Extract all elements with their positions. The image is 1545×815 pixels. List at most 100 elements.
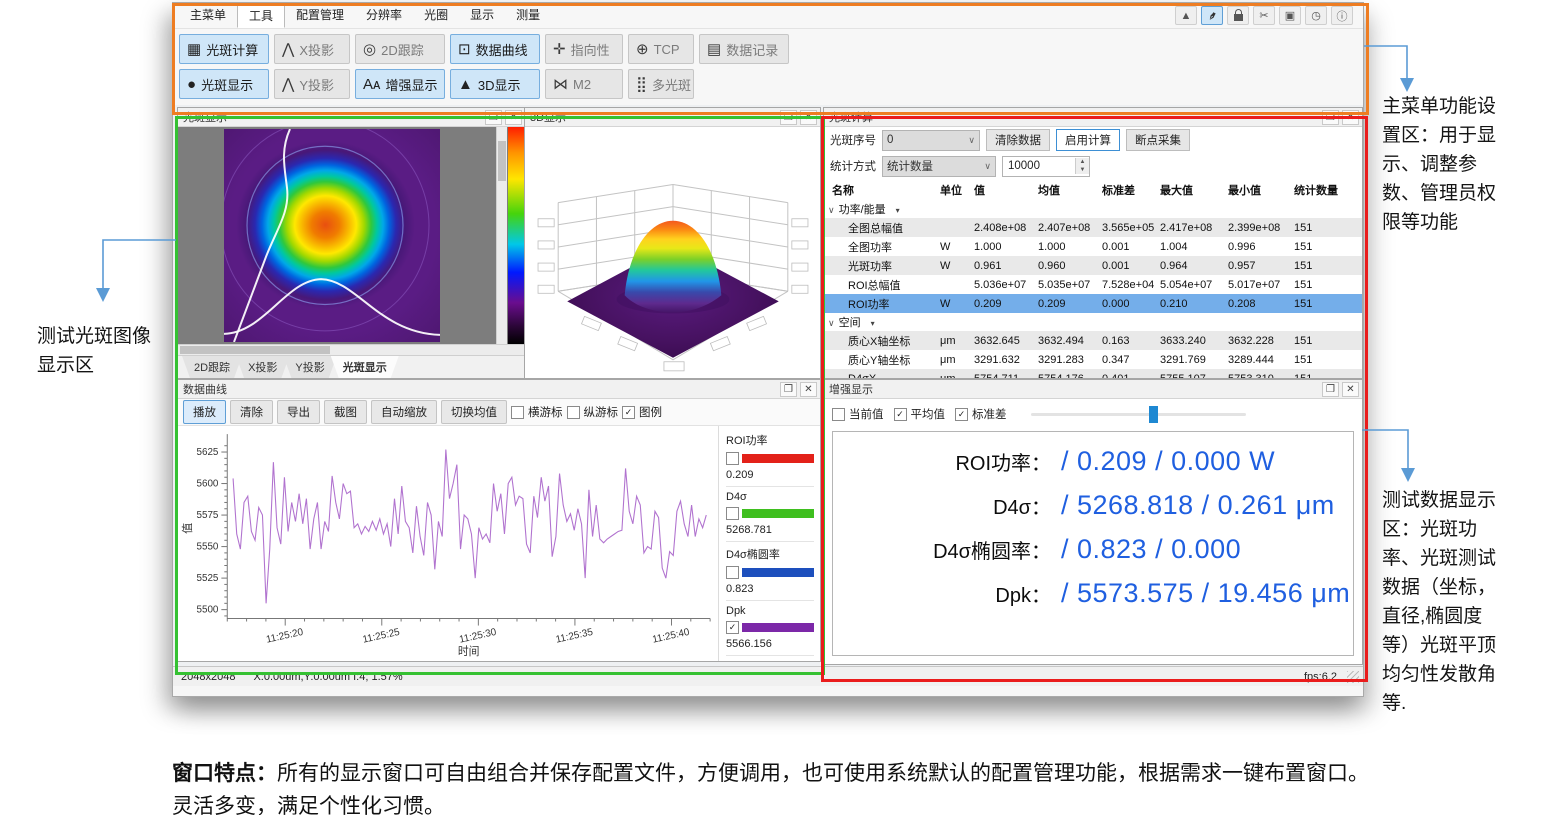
toolbar-button-多光斑[interactable]: ⣿ 多光斑 (628, 69, 694, 99)
table-row-质心X轴坐标[interactable]: 质心X轴坐标μm3632.6453632.4940.1633633.240363… (824, 331, 1362, 350)
table-cell: 0.208 (1228, 298, 1294, 310)
tab-光斑显示[interactable]: 光斑显示 (331, 356, 399, 378)
toolbar-button-M2[interactable]: ⋈M2 (545, 69, 623, 99)
stat-mode-select[interactable]: 统计数量∨ (882, 156, 996, 177)
multi-beam-icon: ⣿ (636, 77, 647, 92)
close-icon[interactable]: ✕ (800, 382, 817, 397)
table-row-全图总幅值[interactable]: 全图总幅值2.408e+082.407e+083.565e+052.417e+0… (824, 218, 1362, 237)
enh-checkbox-当前值[interactable]: 当前值 (832, 406, 884, 422)
checkbox-icon[interactable]: ✓ (726, 621, 739, 634)
beam-seq-select[interactable]: 0∨ (882, 130, 980, 151)
tab-2D跟踪[interactable]: 2D跟踪 (182, 356, 242, 378)
enh-checkbox-平均值[interactable]: ✓平均值 (894, 406, 946, 422)
table-row-ROI总幅值[interactable]: ROI总幅值5.036e+075.035e+077.528e+045.054e+… (824, 275, 1362, 294)
history-icon[interactable]: ◷ (1305, 6, 1327, 25)
surface-3d-svg (532, 132, 814, 374)
toolbar-button-光斑显示[interactable]: ●光斑显示 (179, 69, 269, 99)
table-group-row-空间[interactable]: ∨空间▾ (824, 313, 1362, 331)
float-icon[interactable]: ❐ (780, 382, 797, 397)
menu-item-主菜单[interactable]: 主菜单 (179, 3, 237, 28)
table-row-全图功率[interactable]: 全图功率W1.0001.0000.0011.0040.996151 (824, 237, 1362, 256)
curve-checkbox-图例[interactable]: ✓图例 (622, 404, 662, 420)
legend-color-bar (742, 623, 814, 632)
menu-item-分辨率[interactable]: 分辨率 (355, 3, 413, 28)
close-icon[interactable]: ✕ (800, 110, 817, 125)
checkbox-icon[interactable] (726, 566, 739, 579)
menu-item-配置管理[interactable]: 配置管理 (285, 3, 355, 28)
slider-handle[interactable] (1149, 406, 1158, 423)
close-icon[interactable]: ✕ (505, 110, 522, 125)
beam-horizontal-scrollbar[interactable] (178, 344, 525, 355)
table-row-光斑功率[interactable]: 光斑功率W0.9610.9600.0010.9640.957151 (824, 256, 1362, 275)
curve-button-导出[interactable]: 导出 (277, 400, 320, 424)
float-icon[interactable]: ❐ (1322, 110, 1339, 125)
collapse-icon[interactable]: ▲ (1175, 6, 1197, 25)
fps-readout: fps:6.2 (1304, 671, 1347, 683)
cut-icon[interactable]: ✂ (1253, 6, 1275, 25)
footer-note: 窗口特点：所有的显示窗口可自由组合并保存配置文件，方便调用，也可使用系统默认的配… (172, 757, 1387, 815)
checkbox-icon[interactable] (726, 507, 739, 520)
legend-series-toggle[interactable] (726, 507, 814, 520)
legend-name: ROI功率 (726, 432, 814, 448)
menu-item-显示[interactable]: 显示 (459, 3, 505, 28)
beam-overlay-curves (224, 129, 440, 342)
enh-checkbox-标准差[interactable]: ✓标准差 (955, 406, 1007, 422)
float-icon[interactable]: ❐ (780, 110, 797, 125)
toolbar-button-label: 3D显示 (478, 75, 521, 94)
menu-item-测量[interactable]: 测量 (505, 3, 551, 28)
toolbar-button-Y投影[interactable]: ⋀Y投影 (274, 69, 350, 99)
toolbar-button-增强显示[interactable]: Aᴀ增强显示 (355, 69, 445, 99)
info-icon[interactable]: ⓘ (1331, 6, 1353, 25)
pin-icon[interactable]: ✒ (1201, 6, 1223, 25)
table-cell: 0.401 (1102, 373, 1160, 379)
legend-series-toggle[interactable] (726, 566, 814, 579)
stat-count-spinner[interactable]: 10000 ▲▼ (1002, 156, 1090, 177)
float-icon[interactable]: ❐ (1322, 382, 1339, 397)
curve-button-切换均值[interactable]: 切换均值 (441, 400, 507, 424)
float-icon[interactable]: ❐ (485, 110, 502, 125)
checkbox-icon[interactable] (726, 452, 739, 465)
toolbar-button-TCP[interactable]: ⊕TCP (628, 34, 694, 64)
enable-calc-button[interactable]: 启用计算 (1056, 129, 1120, 151)
save-icon[interactable]: ▣ (1279, 6, 1301, 25)
toolbar-button-label: 多光斑 (652, 75, 691, 94)
font-size-slider[interactable] (1031, 413, 1246, 416)
beam-vertical-scrollbar[interactable] (496, 127, 507, 344)
table-cell: 151 (1294, 354, 1362, 366)
curve-checkbox-横游标[interactable]: 横游标 (511, 404, 563, 420)
toolbar-button-X投影[interactable]: ⋀X投影 (274, 34, 350, 64)
toolbar-button-label: 数据曲线 (476, 40, 528, 59)
clear-data-button[interactable]: 清除数据 (986, 129, 1050, 151)
resize-grip[interactable] (1347, 671, 1359, 683)
breakpoint-capture-button[interactable]: 断点采集 (1126, 129, 1190, 151)
lock-icon[interactable] (1227, 6, 1249, 25)
tab-X投影[interactable]: X投影 (236, 356, 289, 378)
legend-series-toggle[interactable]: ✓ (726, 621, 814, 634)
table-row-质心Y轴坐标[interactable]: 质心Y轴坐标μm3291.6323291.2830.3473291.769328… (824, 350, 1362, 369)
curve-button-自动缩放[interactable]: 自动缩放 (371, 400, 437, 424)
table-cell: 0.957 (1228, 260, 1294, 272)
toolbar-button-指向性[interactable]: ✛指向性 (545, 34, 623, 64)
curve-checkbox-纵游标[interactable]: 纵游标 (567, 404, 619, 420)
tab-Y投影[interactable]: Y投影 (283, 356, 336, 378)
curve-button-播放[interactable]: 播放 (183, 400, 226, 424)
menu-item-工具[interactable]: 工具 (237, 3, 285, 28)
toolbar-button-数据记录[interactable]: ▤数据记录 (699, 34, 789, 64)
curve-button-清除[interactable]: 清除 (230, 400, 273, 424)
table-group-row-功率/能量[interactable]: ∨功率/能量▾ (824, 200, 1362, 218)
table-row-ROI功率[interactable]: ROI功率W0.2090.2090.0000.2100.208151 (824, 294, 1362, 313)
toolbar-button-数据曲线[interactable]: ⊡数据曲线 (450, 34, 540, 64)
enhance-text-icon: Aᴀ (363, 77, 380, 92)
readout-value: / 5268.818 / 0.261 μm (1061, 490, 1353, 521)
toolbar-button-2D跟踪[interactable]: ◎2D跟踪 (355, 34, 445, 64)
toolbar-button-光斑计算[interactable]: ▦光斑计算 (179, 34, 269, 64)
table-row-D4σX[interactable]: D4σXμm5754.7115754.1760.4015755.1075753.… (824, 369, 1362, 378)
table-cell: 5.017e+07 (1228, 279, 1294, 291)
toolbar-button-3D显示[interactable]: ▲3D显示 (450, 69, 540, 99)
legend-series-toggle[interactable] (726, 452, 814, 465)
dock-area: 光斑显示 ❐✕ 2D跟踪X投影Y (173, 105, 1363, 666)
close-icon[interactable]: ✕ (1342, 382, 1359, 397)
curve-button-截图[interactable]: 截图 (324, 400, 367, 424)
menu-item-光圈[interactable]: 光圈 (413, 3, 459, 28)
close-icon[interactable]: ✕ (1342, 110, 1359, 125)
